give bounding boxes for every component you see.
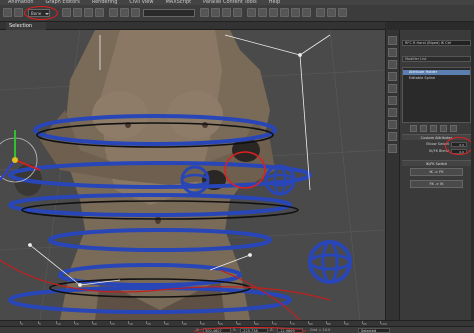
modify-tab-icon[interactable] (388, 48, 397, 57)
stack-item-editable-spline[interactable]: Editable Spline (403, 76, 470, 81)
move-icon[interactable] (109, 8, 118, 17)
stack-tools (402, 125, 471, 133)
make-unique-icon[interactable] (430, 125, 437, 132)
snap-icon[interactable] (200, 8, 209, 17)
stack-item-attribute-holder[interactable]: Attribute Holder (403, 70, 470, 75)
highlight-annotation (445, 137, 473, 155)
highlight-annotation (24, 6, 58, 20)
select-object-icon[interactable] (62, 8, 71, 17)
helper-icon[interactable] (388, 132, 397, 141)
scale-icon[interactable] (131, 8, 140, 17)
redo-icon[interactable] (14, 8, 23, 17)
viewport-scene (0, 30, 385, 320)
curve-editor-icon[interactable] (280, 8, 289, 17)
command-panel: RFC R Hand (Biped) IK Ctrl Modifier List… (385, 30, 474, 320)
angle-snap-icon[interactable] (211, 8, 220, 17)
light-icon[interactable] (388, 120, 397, 129)
rendered-frame-icon[interactable] (327, 8, 336, 17)
command-panel-tabs (386, 30, 400, 320)
rotate-icon[interactable] (120, 8, 129, 17)
main-toolbar: Bone (0, 5, 474, 22)
grid-size-label: Grid = 10.0 (310, 328, 331, 332)
layers-icon[interactable] (269, 8, 278, 17)
key-filter-dropdown[interactable]: Selected (358, 328, 390, 333)
object-name-field[interactable]: RFC R Hand (Biped) IK Ctrl (402, 40, 471, 46)
configure-sets-icon[interactable] (450, 125, 457, 132)
hierarchy-tab-icon[interactable] (388, 60, 397, 69)
schematic-view-icon[interactable] (291, 8, 300, 17)
pin-stack-icon[interactable] (410, 125, 417, 132)
display-tab-icon[interactable] (388, 84, 397, 93)
perspective-viewport[interactable] (0, 30, 385, 320)
render-setup-icon[interactable] (316, 8, 325, 17)
remove-modifier-icon[interactable] (440, 125, 447, 132)
status-bar: X: 300.4607 Y: -225.738 Z: -12.9869 Grid… (0, 326, 474, 333)
utilities-tab-icon[interactable] (388, 96, 397, 105)
spinner-snap-icon[interactable] (233, 8, 242, 17)
ribbon-bar: Selection (0, 22, 385, 30)
window-crossing-icon[interactable] (95, 8, 104, 17)
motion-tab-icon[interactable] (388, 72, 397, 81)
camera-icon[interactable] (388, 108, 397, 117)
foot-control (308, 240, 352, 284)
modifier-stack: Attribute Holder Editable Spline (402, 67, 471, 123)
show-end-result-icon[interactable] (420, 125, 427, 132)
material-editor-icon[interactable] (302, 8, 311, 17)
select-by-name-icon[interactable] (73, 8, 82, 17)
mirror-icon[interactable] (247, 8, 256, 17)
modifier-list-dropdown[interactable]: Modifier List (402, 56, 471, 62)
render-icon[interactable] (338, 8, 347, 17)
tab-selection[interactable]: Selection (6, 22, 46, 30)
undo-icon[interactable] (3, 8, 12, 17)
align-icon[interactable] (258, 8, 267, 17)
modify-panel: RFC R Hand (Biped) IK Ctrl Modifier List… (400, 30, 474, 320)
ik-fk-switch-section: IK/FK Switch (402, 160, 471, 166)
fk-to-ik-button[interactable]: FK -> IK (410, 180, 463, 188)
create-tab-icon[interactable] (388, 36, 397, 45)
percent-snap-icon[interactable] (222, 8, 231, 17)
ik-to-fk-button[interactable]: IK -> FK (410, 168, 463, 176)
highlight-annotation (194, 327, 306, 333)
spacewarp-icon[interactable] (388, 144, 397, 153)
rectangular-selection-icon[interactable] (84, 8, 93, 17)
selection-set-dropdown[interactable] (143, 9, 195, 17)
